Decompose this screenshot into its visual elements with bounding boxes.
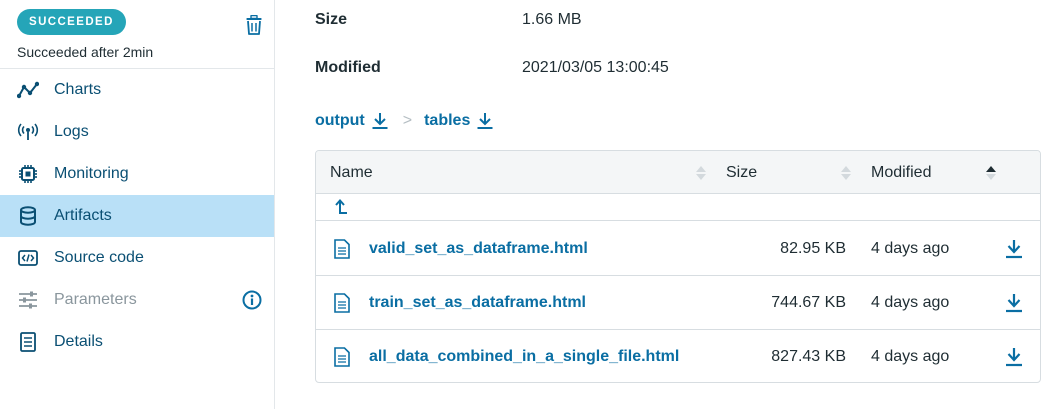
parent-directory-row (316, 194, 1040, 221)
sidebar-item-logs[interactable]: Logs (0, 111, 274, 153)
chart-line-icon (17, 79, 39, 101)
download-icon[interactable] (1004, 346, 1024, 368)
artifacts-panel: Size 1.66 MB Modified 2021/03/05 13:00:4… (276, 0, 1044, 409)
table-row: valid_set_as_dataframe.html 82.95 KB 4 d… (316, 222, 1040, 276)
table-row: all_data_combined_in_a_single_file.html … (316, 330, 1040, 382)
level-up-icon[interactable] (335, 199, 349, 217)
file-modified: 4 days ago (871, 348, 950, 365)
file-icon (334, 347, 350, 367)
breadcrumb-item-tables[interactable]: tables (424, 112, 494, 130)
table-header: Name Size Modified (316, 151, 1040, 194)
trash-icon (246, 15, 262, 35)
column-header-modified[interactable]: Modified (871, 151, 931, 194)
breadcrumb-separator: > (402, 112, 413, 129)
sidebar-item-details[interactable]: Details (0, 321, 274, 363)
breadcrumb-item-output[interactable]: output (315, 112, 389, 130)
breadcrumb: output > tables (315, 110, 494, 132)
download-icon[interactable] (1004, 292, 1024, 314)
broadcast-icon (17, 121, 39, 143)
file-size: 82.95 KB (780, 240, 846, 257)
modified-value: 2021/03/05 13:00:45 (522, 59, 669, 76)
size-value: 1.66 MB (522, 11, 582, 28)
file-name-link[interactable]: all_data_combined_in_a_single_file.html (369, 330, 679, 382)
size-label: Size (315, 11, 348, 28)
file-icon (334, 293, 350, 313)
column-header-size[interactable]: Size (726, 151, 757, 194)
sidebar-nav: Charts Logs Monitoring Artifacts Source … (0, 69, 274, 363)
sidebar-item-label: Parameters (54, 291, 137, 308)
modified-label: Modified (315, 59, 381, 76)
file-size: 827.43 KB (771, 348, 846, 365)
info-icon[interactable] (241, 289, 263, 311)
file-modified: 4 days ago (871, 294, 950, 311)
table-row: train_set_as_dataframe.html 744.67 KB 4 … (316, 276, 1040, 330)
sidebar-item-label: Monitoring (54, 165, 129, 182)
sidebar-item-parameters: Parameters (0, 279, 274, 321)
sidebar-item-artifacts[interactable]: Artifacts (0, 195, 274, 237)
sidebar-item-label: Details (54, 333, 103, 350)
file-icon (334, 239, 350, 259)
code-icon (17, 247, 39, 269)
run-status: SUCCEEDED Succeeded after 2min (0, 0, 274, 69)
status-badge: SUCCEEDED (17, 9, 126, 35)
sidebar-item-monitoring[interactable]: Monitoring (0, 153, 274, 195)
sort-icon[interactable] (695, 164, 707, 182)
sidebar-item-source-code[interactable]: Source code (0, 237, 274, 279)
database-icon (17, 205, 39, 227)
breadcrumb-label: tables (424, 112, 471, 129)
delete-button[interactable] (243, 12, 265, 38)
sidebar: SUCCEEDED Succeeded after 2min Charts Lo… (0, 0, 275, 409)
download-icon[interactable] (371, 112, 389, 130)
file-size: 744.67 KB (771, 294, 846, 311)
chip-icon (17, 163, 39, 185)
breadcrumb-label: output (315, 112, 365, 129)
download-icon[interactable] (476, 112, 494, 130)
sidebar-item-label: Artifacts (54, 207, 112, 224)
sidebar-item-label: Logs (54, 123, 89, 140)
download-icon[interactable] (1004, 238, 1024, 260)
column-header-name[interactable]: Name (330, 151, 373, 194)
sidebar-item-charts[interactable]: Charts (0, 69, 274, 111)
files-table: Name Size Modified valid_set_as_datafram… (315, 150, 1041, 383)
file-name-link[interactable]: valid_set_as_dataframe.html (369, 222, 588, 276)
sliders-icon (17, 289, 39, 311)
sidebar-item-label: Charts (54, 81, 102, 98)
sidebar-item-label: Source code (54, 249, 144, 266)
file-modified: 4 days ago (871, 240, 950, 257)
file-name-link[interactable]: train_set_as_dataframe.html (369, 276, 586, 330)
sort-ascending-icon[interactable] (985, 164, 997, 182)
sort-icon[interactable] (840, 164, 852, 182)
status-text: Succeeded after 2min (17, 44, 154, 60)
document-list-icon (17, 331, 39, 353)
